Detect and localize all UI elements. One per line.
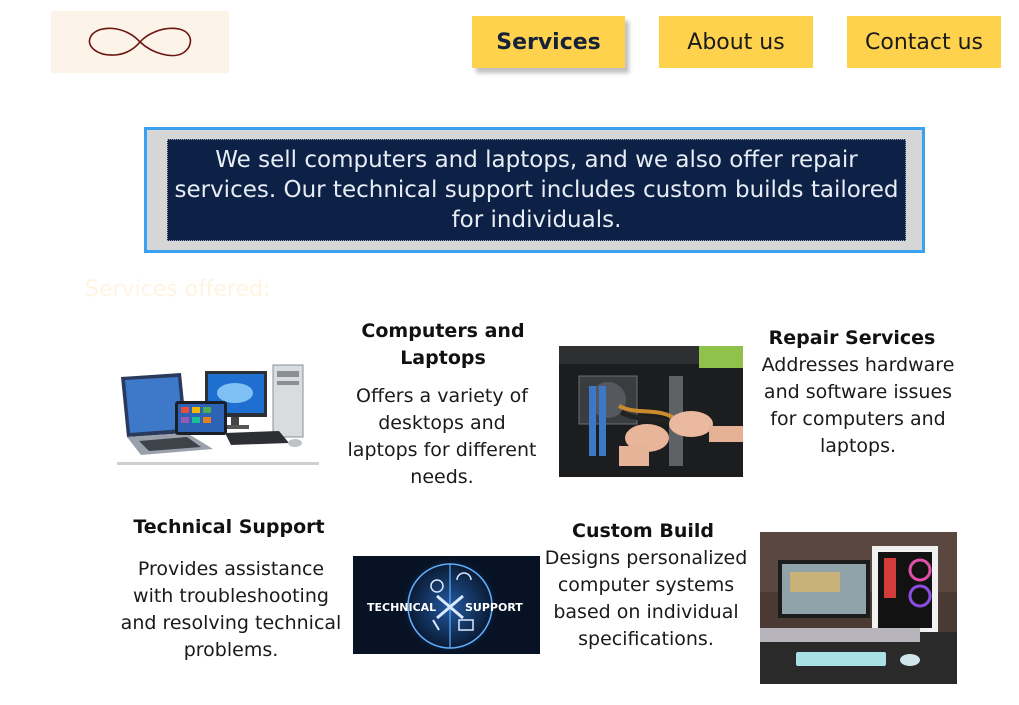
computers-laptops-image bbox=[117, 363, 319, 465]
nav-services-button[interactable]: Services bbox=[472, 16, 625, 68]
nav-about-button[interactable]: About us bbox=[659, 16, 813, 68]
repair-services-image bbox=[559, 346, 743, 477]
technical-support-image-text-left: TECHNICAL bbox=[367, 601, 436, 614]
technical-support-image: TECHNICAL SUPPORT bbox=[353, 556, 540, 654]
custom-build-description: Designs personalized computer systems ba… bbox=[544, 547, 748, 650]
technical-support-title: Technical Support bbox=[133, 516, 325, 538]
technical-support-description: Provides assistance with troubleshooting… bbox=[120, 558, 342, 661]
technical-support-image-text-right: SUPPORT bbox=[465, 601, 523, 614]
services-section-title: Services offered: bbox=[85, 277, 271, 302]
repair-services-title: Repair Services bbox=[768, 327, 936, 349]
logo[interactable] bbox=[51, 11, 229, 73]
intro-text: We sell computers and laptops, and we al… bbox=[167, 139, 906, 241]
computers-laptops-description: Offers a variety of desktops and laptops… bbox=[347, 385, 537, 488]
infinity-logo-icon bbox=[88, 27, 192, 57]
custom-build-image bbox=[760, 532, 957, 684]
intro-frame: We sell computers and laptops, and we al… bbox=[144, 127, 925, 253]
repair-services-description: Addresses hardware and software issues f… bbox=[761, 354, 955, 457]
custom-build-title: Custom Build bbox=[572, 520, 714, 542]
nav-contact-button[interactable]: Contact us bbox=[847, 16, 1001, 68]
computers-laptops-title: Computers and Laptops bbox=[361, 320, 525, 369]
